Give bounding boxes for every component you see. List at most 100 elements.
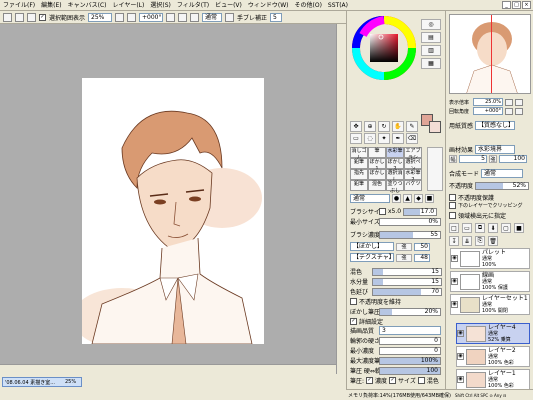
menu-window[interactable]: ウィンドウ(W): [245, 0, 292, 11]
tool-cell[interactable]: 水彩筆2: [404, 169, 422, 183]
texture-select[interactable]: 【テクスチャ】: [350, 253, 395, 262]
select-eraser-icon[interactable]: ⌫: [406, 133, 418, 144]
keep-opacity-checkbox[interactable]: [350, 298, 357, 305]
rect-select-icon[interactable]: ▭: [350, 133, 362, 144]
transfer-down-icon[interactable]: ↧: [449, 236, 459, 246]
brush-shape-hard-icon[interactable]: ■: [425, 194, 434, 203]
tool-cell[interactable]: 鉛筆: [350, 180, 368, 191]
new-set-icon[interactable]: ▭: [462, 223, 472, 233]
magic-wand-icon[interactable]: ✦: [378, 133, 390, 144]
pressure-slider[interactable]: 100: [379, 366, 441, 375]
move-icon[interactable]: ✥: [350, 121, 362, 132]
select-pen-icon[interactable]: ✒: [392, 133, 404, 144]
water-slider[interactable]: 15: [372, 277, 442, 286]
merge-down-icon[interactable]: ⬇: [488, 223, 498, 233]
tool-cell[interactable]: ぼかし2: [386, 158, 404, 172]
zoom-select[interactable]: 25%: [88, 12, 113, 22]
clipping-checkbox[interactable]: [449, 202, 456, 209]
blend-select[interactable]: 通常: [481, 169, 524, 178]
min-density-slider[interactable]: 0: [379, 346, 441, 355]
maximize-icon[interactable]: □: [512, 1, 521, 9]
delete-layer-icon[interactable]: ■: [514, 223, 524, 233]
tool-cell[interactable]: ぼかし1: [368, 158, 386, 172]
eye-icon[interactable]: ◉: [457, 353, 464, 360]
blur-shape-toggle[interactable]: 強: [396, 242, 412, 251]
tool-cell[interactable]: バケツ: [404, 180, 422, 191]
eye-icon[interactable]: ◉: [457, 330, 464, 337]
layer-item-selected[interactable]: ◉ レイヤー4 通常 52% 乗算: [456, 323, 530, 344]
nav-zoom-plus-icon[interactable]: [515, 98, 523, 106]
rotate-right-icon[interactable]: [178, 12, 188, 22]
stabilizer-select[interactable]: 5: [270, 12, 283, 22]
opacity-slider[interactable]: 52%: [475, 181, 529, 190]
lasso-icon[interactable]: ◌: [364, 133, 376, 144]
effect-select[interactable]: 水彩境界: [475, 145, 516, 154]
layer-item[interactable]: ◉ パレット 通常 100%: [450, 248, 530, 269]
blur-pressure-slider[interactable]: 20%: [379, 307, 441, 316]
color-wheel[interactable]: [351, 15, 417, 81]
quality-select[interactable]: 3: [379, 326, 441, 335]
hsv-slider-icon[interactable]: ▥: [421, 45, 441, 56]
mode-select[interactable]: 通常: [202, 12, 223, 22]
tool-cell-selected[interactable]: 水彩筆: [386, 147, 404, 158]
background-color-swatch[interactable]: [429, 121, 441, 133]
eyedropper-icon[interactable]: ✎: [406, 121, 418, 132]
menu-layer[interactable]: レイヤー(L): [110, 0, 148, 11]
nav-zoom-value[interactable]: 25.0%: [473, 98, 503, 106]
min-size-slider[interactable]: 0%: [379, 217, 441, 226]
brush-mode-select[interactable]: 通常: [350, 194, 390, 203]
press-mix-checkbox[interactable]: [417, 377, 425, 384]
tool-cell[interactable]: 選択消し: [386, 169, 404, 183]
menu-sst[interactable]: SST(A): [325, 0, 351, 11]
blur-shape-select[interactable]: 【ぼかし】: [350, 242, 394, 251]
brush-size-mult-checkbox[interactable]: [379, 208, 386, 215]
brush-size-slider[interactable]: 17.0: [403, 207, 438, 216]
menu-view[interactable]: ビュー(V): [212, 0, 245, 11]
selection-checkbox[interactable]: ✓: [39, 13, 46, 21]
nav-rotate-right-icon[interactable]: [515, 107, 523, 115]
menu-canvas[interactable]: キャンバス(C): [65, 0, 110, 11]
layer-item[interactable]: ◉ 線画 通常 100% 保護: [450, 271, 530, 292]
document-tab[interactable]: '08.06.04 素描き室... 25%: [2, 377, 82, 387]
rgb-slider-icon[interactable]: ▤: [421, 32, 441, 43]
brush-shape-flat-icon[interactable]: ▲: [403, 194, 412, 203]
effect-strength-value[interactable]: 100: [499, 155, 527, 163]
vertical-scrollbar[interactable]: [336, 24, 346, 374]
zoom-out-icon[interactable]: [127, 12, 137, 22]
mix-slider[interactable]: 15: [372, 267, 442, 276]
edge-slider[interactable]: 0: [379, 336, 441, 345]
eye-icon[interactable]: ◉: [451, 278, 458, 285]
clear-button[interactable]: [27, 12, 36, 22]
effect-width-value[interactable]: 5: [459, 155, 487, 163]
density-slider[interactable]: 55: [379, 230, 441, 239]
menu-filter[interactable]: フィルタ(T): [174, 0, 212, 11]
protect-opacity-checkbox[interactable]: [449, 194, 456, 201]
tool-cell[interactable]: 消しゴム: [350, 147, 368, 161]
trash-icon[interactable]: 🗑: [488, 236, 498, 246]
deselect-button[interactable]: [3, 12, 12, 22]
brush-shape-soft-icon[interactable]: ◆: [414, 194, 423, 203]
menu-edit[interactable]: 編集(E): [38, 0, 64, 11]
rotation-select[interactable]: +000°: [139, 12, 164, 22]
merge-icon[interactable]: ⇊: [462, 236, 472, 246]
tool-cell[interactable]: 混色: [368, 180, 386, 191]
layer-item[interactable]: ◉ レイヤー1 通常 100% 色彩: [456, 369, 530, 390]
eye-icon[interactable]: ◉: [451, 255, 458, 262]
swatch-icon[interactable]: ▦: [421, 58, 441, 69]
detect-source-checkbox[interactable]: [449, 212, 456, 219]
texture-value[interactable]: 48: [414, 253, 430, 262]
navigator-preview[interactable]: [449, 14, 531, 94]
texture-toggle[interactable]: 強: [396, 253, 412, 262]
press-density-checkbox[interactable]: ✓: [366, 377, 374, 384]
tool-cell[interactable]: 選択ペン: [404, 158, 422, 172]
nav-rotate-left-icon[interactable]: [505, 107, 513, 115]
new-layer-icon[interactable]: □: [449, 223, 459, 233]
tool-cell[interactable]: 指先: [350, 169, 368, 180]
tool-cell[interactable]: エアブラシ: [404, 147, 422, 161]
close-icon[interactable]: ×: [522, 1, 531, 9]
menu-file[interactable]: ファイル(F): [0, 0, 38, 11]
extend-slider[interactable]: 70: [372, 287, 442, 296]
eye-icon[interactable]: ◉: [457, 376, 464, 383]
horizontal-scrollbar[interactable]: [0, 364, 336, 374]
reset-icon[interactable]: [225, 12, 235, 22]
